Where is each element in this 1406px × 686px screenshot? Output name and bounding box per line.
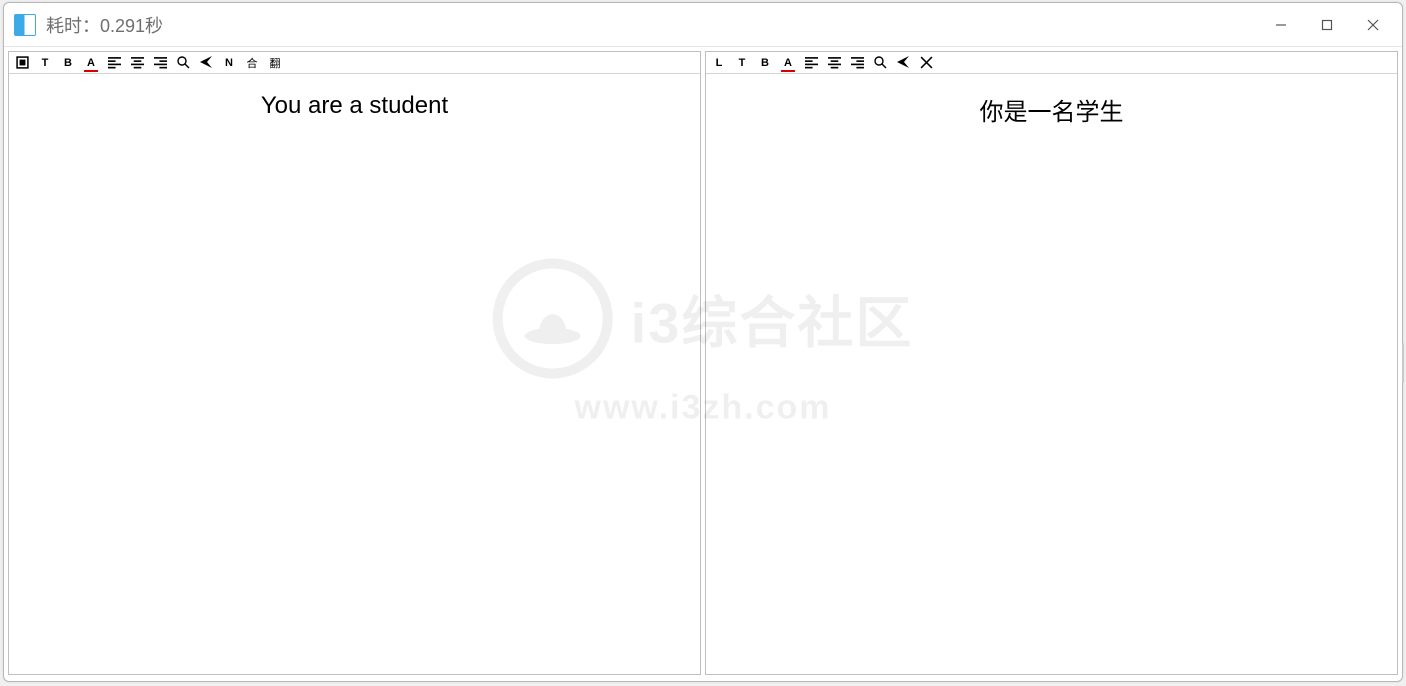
- send-button[interactable]: [199, 56, 213, 70]
- minimize-button[interactable]: [1258, 10, 1304, 40]
- n-button[interactable]: N: [222, 56, 236, 70]
- search-button-r[interactable]: [873, 56, 887, 70]
- send-button-r[interactable]: [896, 56, 910, 70]
- translate-button[interactable]: 翻: [268, 56, 282, 70]
- bold-button[interactable]: B: [61, 56, 75, 70]
- source-toolbar: T B A N 合 翻: [9, 52, 700, 74]
- search-icon: [874, 56, 887, 69]
- right-edge-grip: [1402, 343, 1404, 383]
- select-mode-button[interactable]: [15, 56, 29, 70]
- close-icon: [1366, 18, 1380, 32]
- target-text: 你是一名学生: [712, 92, 1391, 127]
- source-text: You are a student: [15, 92, 694, 120]
- split-body: T B A N 合 翻: [4, 47, 1402, 681]
- source-pane: T B A N 合 翻: [8, 51, 701, 675]
- square-icon: [16, 56, 29, 69]
- align-left-button-r[interactable]: [804, 56, 818, 70]
- maximize-icon: [1321, 19, 1333, 31]
- title-bar: 耗时：0.291秒: [4, 3, 1402, 47]
- align-center-button[interactable]: [130, 56, 144, 70]
- app-icon: [14, 14, 36, 36]
- align-center-icon: [828, 56, 841, 69]
- send-icon: [897, 56, 910, 69]
- clear-button[interactable]: [919, 56, 933, 70]
- align-right-button[interactable]: [153, 56, 167, 70]
- search-icon: [177, 56, 190, 69]
- align-right-button-r[interactable]: [850, 56, 864, 70]
- search-button[interactable]: [176, 56, 190, 70]
- align-right-icon: [154, 56, 167, 69]
- align-left-button[interactable]: [107, 56, 121, 70]
- app-window: 耗时：0.291秒 T B A: [3, 2, 1403, 682]
- target-toolbar: L T B A: [706, 52, 1397, 74]
- target-editor[interactable]: 你是一名学生: [706, 74, 1397, 674]
- window-title: 耗时：0.291秒: [46, 12, 163, 38]
- align-left-icon: [805, 56, 818, 69]
- target-pane: L T B A: [705, 51, 1398, 675]
- align-center-icon: [131, 56, 144, 69]
- minimize-icon: [1275, 19, 1287, 31]
- maximize-button[interactable]: [1304, 10, 1350, 40]
- align-center-button-r[interactable]: [827, 56, 841, 70]
- font-color-button-r[interactable]: A: [781, 56, 795, 70]
- text-tool-button-r[interactable]: T: [735, 56, 749, 70]
- align-right-icon: [851, 56, 864, 69]
- source-editor[interactable]: You are a student: [9, 74, 700, 674]
- text-tool-button[interactable]: T: [38, 56, 52, 70]
- merge-button[interactable]: 合: [245, 56, 259, 70]
- close-button[interactable]: [1350, 10, 1396, 40]
- send-icon: [200, 56, 213, 69]
- align-left-icon: [108, 56, 121, 69]
- close-icon: [920, 56, 933, 69]
- font-color-button[interactable]: A: [84, 56, 98, 70]
- bold-button-r[interactable]: B: [758, 56, 772, 70]
- lock-button[interactable]: L: [712, 56, 726, 70]
